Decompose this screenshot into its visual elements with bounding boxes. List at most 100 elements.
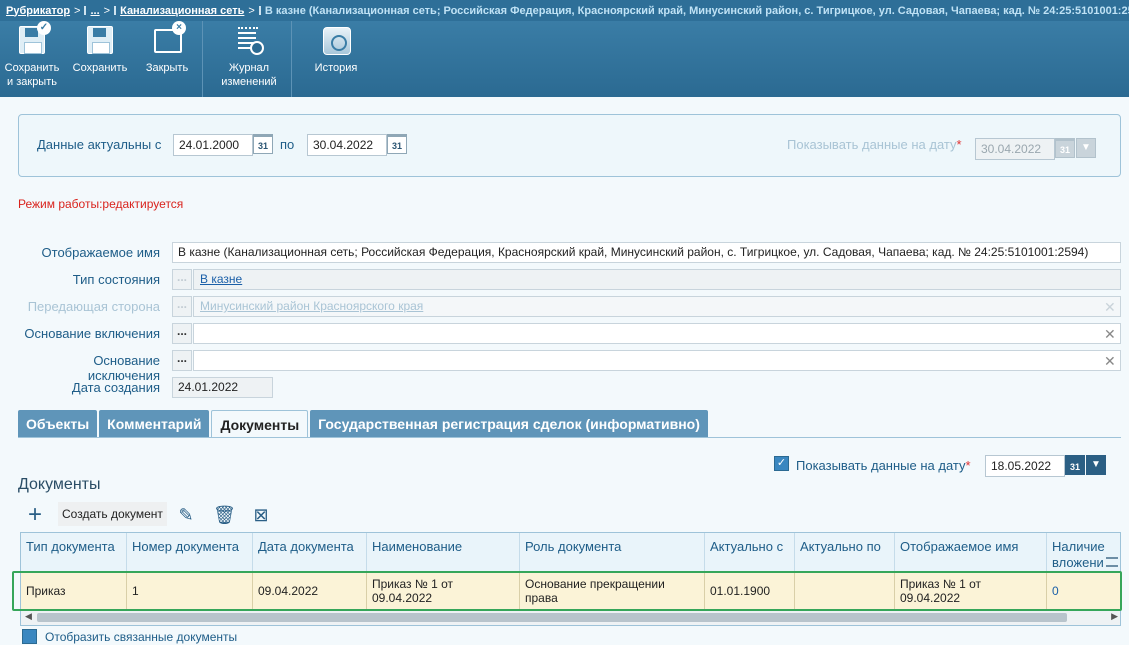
save-label: Сохранить <box>72 62 128 74</box>
table-header: Тип документа Номер документа Дата докум… <box>21 533 1120 573</box>
inclusion-basis-picker-button[interactable]: ... <box>172 323 192 344</box>
breadcrumb-current: В казне (Канализационная сеть; Российска… <box>264 4 1129 17</box>
change-log-button[interactable]: Журнал изменений <box>211 21 287 97</box>
cell-actual-from: 01.01.1900 <box>705 573 795 609</box>
cell-name: Приказ № 1 от 09.04.2022 <box>367 573 520 609</box>
cell-display-name: Приказ № 1 от 09.04.2022 <box>895 573 1047 609</box>
column-header-actual-to[interactable]: Актуально по <box>795 533 895 573</box>
add-icon[interactable]: + <box>28 503 42 527</box>
transfer-party-link: Минусинский район Красноярского края <box>200 299 424 313</box>
state-type-label: Тип состояния <box>72 272 160 287</box>
tab-objects[interactable]: Объекты <box>18 410 98 438</box>
clear-icon[interactable]: ✕ <box>1104 327 1116 341</box>
inclusion-basis-label: Основание включения <box>24 326 160 341</box>
breadcrumb: Рубрикатор > ... > Канализационная сеть … <box>0 0 1129 21</box>
change-log-label-1: Журнал <box>228 62 270 74</box>
state-type-field <box>193 269 1121 290</box>
breadcrumb-link-rubricator[interactable]: Рубрикатор <box>6 5 70 17</box>
scroll-right-arrow-icon[interactable]: ▶ <box>1111 611 1118 622</box>
show-on-date-label: Показывать данные на дату* <box>796 458 971 473</box>
inclusion-basis-field[interactable] <box>193 323 1121 344</box>
table-row[interactable]: Приказ 1 09.04.2022 Приказ № 1 от 09.04.… <box>21 573 1120 609</box>
trash-icon[interactable]: 🗑 <box>213 503 236 527</box>
toolbar-group-journal: Журнал изменений <box>203 21 292 97</box>
cell-date: 09.04.2022 <box>253 573 367 609</box>
breadcrumb-link-sewer-network[interactable]: Канализационная сеть <box>120 5 244 17</box>
save-and-close-label-2: и закрыть <box>7 76 57 88</box>
chevron-down-icon[interactable]: ▼ <box>1086 455 1106 475</box>
history-button[interactable]: История <box>306 21 366 97</box>
documents-table: Тип документа Номер документа Дата докум… <box>20 532 1121 626</box>
save-close-icon: ✓ <box>17 21 51 55</box>
cell-number: 1 <box>127 573 253 609</box>
related-checkbox[interactable] <box>22 629 37 644</box>
calendar-icon[interactable]: 31 <box>387 134 407 154</box>
actual-to-input[interactable]: 30.04.2022 <box>307 134 387 156</box>
clear-icon: ✕ <box>1104 299 1116 315</box>
main-toolbar: ✓ Сохранить и закрыть Сохранить × Закрыт… <box>0 21 1129 97</box>
save-and-close-label-1: Сохранить <box>4 62 60 74</box>
state-type-link[interactable]: В казне <box>200 272 242 286</box>
cell-type: Приказ <box>21 573 127 609</box>
save-and-close-button[interactable]: ✓ Сохранить и закрыть <box>0 21 64 97</box>
column-header-name[interactable]: Наименование <box>367 533 520 573</box>
show-related-documents-label: Отобразить связанные документы <box>45 629 238 644</box>
change-log-label-2: изменений <box>221 76 277 88</box>
calendar-icon[interactable]: 31 <box>1065 455 1085 475</box>
breadcrumb-separator: > <box>74 4 81 17</box>
breadcrumb-separator: > <box>103 4 111 17</box>
show-on-date-checkbox[interactable]: ✓ <box>774 456 789 471</box>
exclusion-basis-picker-button[interactable]: ... <box>172 350 192 371</box>
column-header-number[interactable]: Номер документа <box>127 533 253 573</box>
edit-mode-status: Режим работы:редактируется <box>18 197 184 211</box>
breadcrumb-link-ellipsis[interactable]: ... <box>90 5 99 17</box>
horizontal-scrollbar[interactable]: ◀ ▶ <box>21 609 1120 625</box>
attachments-link[interactable]: 0 <box>1052 584 1059 598</box>
cell-role: Основание прекращении права <box>520 573 705 609</box>
transfer-party-label: Передающая сторона <box>27 299 160 314</box>
display-name-field[interactable]: В казне (Канализационная сеть; Российска… <box>172 242 1121 263</box>
transfer-party-picker-button: ... <box>172 296 192 317</box>
cell-attachments: 0 <box>1047 573 1120 609</box>
document-icon <box>84 6 87 15</box>
tab-comment[interactable]: Комментарий <box>99 410 210 438</box>
show-on-date-input-disabled: 30.04.2022 <box>975 138 1055 160</box>
column-header-display-name[interactable]: Отображаемое имя <box>895 533 1047 573</box>
scroll-left-arrow-icon[interactable]: ◀ <box>25 611 32 622</box>
history-label: История <box>314 62 358 74</box>
column-header-actual-from[interactable]: Актуально с <box>705 533 795 573</box>
exclusion-basis-label: Основание исключения <box>87 353 160 383</box>
show-on-date-input[interactable]: 18.05.2022 <box>985 455 1065 477</box>
actual-from-label: Данные актуальны с <box>37 137 162 152</box>
tab-bar: Объекты Комментарий Документы Государств… <box>18 410 710 438</box>
display-name-label: Отображаемое имя <box>41 245 160 260</box>
create-document-button[interactable]: Создать документ <box>58 502 167 526</box>
journal-icon <box>234 25 264 55</box>
column-settings-icon[interactable] <box>1106 557 1118 567</box>
close-button[interactable]: × Закрыть <box>136 21 198 97</box>
close-window-icon: × <box>152 21 186 55</box>
breadcrumb-separator: > <box>248 4 255 17</box>
calendar-icon[interactable]: 31 <box>253 134 273 154</box>
close-label: Закрыть <box>145 62 189 74</box>
show-on-date-label-disabled: Показывать данные на дату* <box>787 137 962 152</box>
exclusion-basis-field[interactable] <box>193 350 1121 371</box>
document-icon <box>114 6 117 15</box>
actual-from-input[interactable]: 24.01.2000 <box>173 134 253 156</box>
column-header-attachments[interactable]: Наличие вложени <box>1047 533 1120 573</box>
table-delete-icon[interactable]: ⊠ <box>250 503 272 527</box>
column-header-type[interactable]: Тип документа <box>21 533 127 573</box>
tab-documents[interactable]: Документы <box>211 410 309 438</box>
tab-divider <box>18 437 1121 438</box>
column-header-role[interactable]: Роль документа <box>520 533 705 573</box>
edit-pencil-icon[interactable]: ✎ <box>175 503 197 527</box>
calendar-icon: 31 <box>1055 138 1075 158</box>
save-button[interactable]: Сохранить <box>64 21 136 97</box>
state-type-picker-button: ... <box>172 269 192 290</box>
column-header-date[interactable]: Дата документа <box>253 533 367 573</box>
tab-state-registration[interactable]: Государственная регистрация сделок (инфо… <box>310 410 708 438</box>
scrollbar-thumb[interactable] <box>37 613 1067 622</box>
show-related-documents-toggle[interactable]: Отобразить связанные документы <box>22 629 237 644</box>
history-icon <box>321 25 351 55</box>
clear-icon[interactable]: ✕ <box>1104 354 1116 368</box>
